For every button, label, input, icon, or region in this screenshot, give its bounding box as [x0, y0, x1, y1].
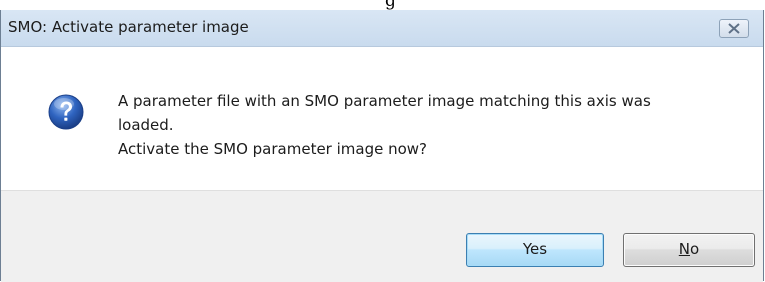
message-line-2: loaded.: [118, 116, 174, 134]
message-line-1: A parameter file with an SMO parameter i…: [118, 92, 651, 110]
yes-button-label: Yes: [522, 240, 548, 258]
no-button[interactable]: No: [623, 233, 755, 267]
title-bar[interactable]: SMO: Activate parameter image: [1, 10, 763, 47]
question-icon: [48, 94, 84, 130]
close-icon: [728, 23, 740, 34]
message-dialog: SMO: Activate parameter image A paramete…: [0, 10, 764, 282]
message-area: A parameter file with an SMO parameter i…: [1, 47, 763, 190]
message-text: A parameter file with an SMO parameter i…: [118, 89, 748, 161]
no-button-mnemonic: N: [678, 240, 691, 258]
close-button[interactable]: [719, 19, 749, 38]
yes-button[interactable]: Yes: [466, 233, 604, 267]
background-strip: g: [0, 0, 765, 11]
window-title: SMO: Activate parameter image: [8, 18, 249, 36]
message-line-3: Activate the SMO parameter image now?: [118, 140, 428, 158]
no-button-label: o: [690, 240, 700, 258]
button-bar: Yes No: [1, 190, 763, 282]
